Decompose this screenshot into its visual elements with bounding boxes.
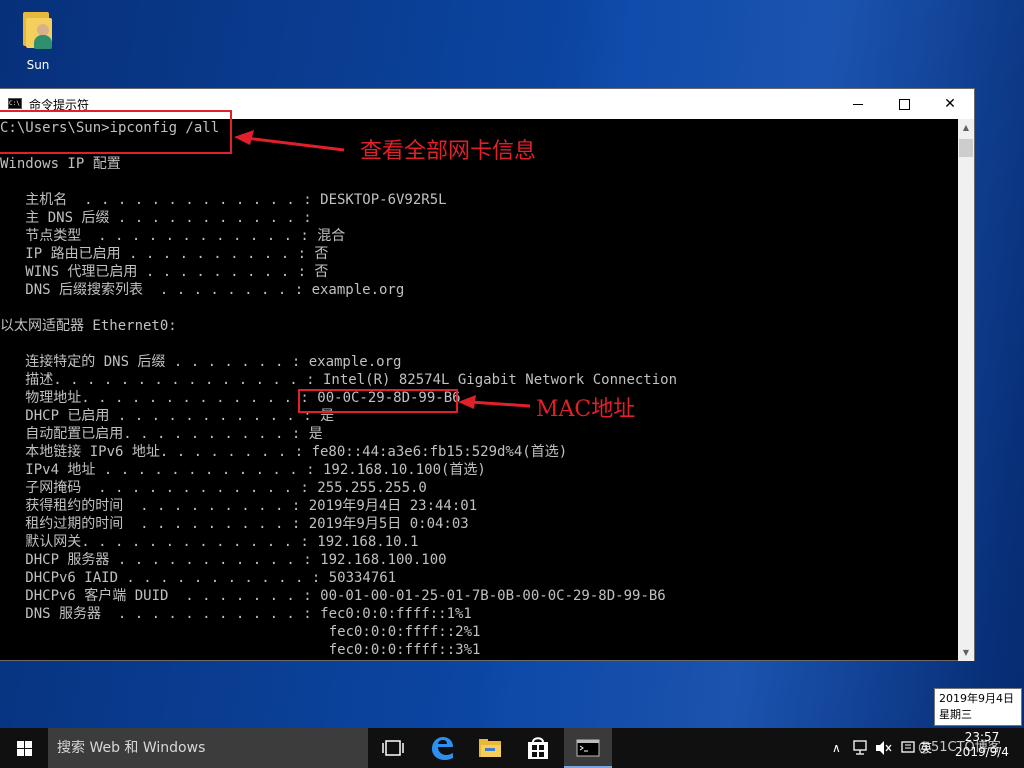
edge-button[interactable] xyxy=(418,728,466,768)
console-line: 主机名 . . . . . . . . . . . . . : DESKTOP-… xyxy=(0,192,447,208)
network-icon[interactable] xyxy=(852,728,870,768)
console-line: Windows IP 配置 xyxy=(0,156,121,172)
console-line: IPv4 地址 . . . . . . . . . . . . : 192.16… xyxy=(0,462,486,478)
console-line: 租约过期的时间 . . . . . . . . . : 2019年9月5日 0:… xyxy=(0,516,469,532)
command-prompt-icon xyxy=(576,739,600,757)
scroll-up-icon[interactable]: ▲ xyxy=(958,119,974,136)
console-line: WINS 代理已启用 . . . . . . . . . : 否 xyxy=(0,264,329,280)
store-icon xyxy=(528,737,548,759)
console-line: IP 路由已启用 . . . . . . . . . . : 否 xyxy=(0,246,329,262)
console-line: 获得租约的时间 . . . . . . . . . : 2019年9月4日 23… xyxy=(0,498,478,514)
console-line: 节点类型 . . . . . . . . . . . . : 混合 xyxy=(0,228,346,244)
vertical-scrollbar[interactable]: ▲ ▼ xyxy=(958,119,974,661)
file-explorer-icon xyxy=(479,739,501,757)
console-line: 主 DNS 后缀 . . . . . . . . . . . : xyxy=(0,210,312,226)
desktop: Sun C:\ 命令提示符 ✕ C:\Users\Sun>ipconfig /a… xyxy=(0,0,1024,728)
edge-icon xyxy=(432,737,453,760)
console-line: fec0:0:0:ffff::3%1 xyxy=(0,642,481,658)
tooltip-date: 2019年9月4日 xyxy=(939,692,1014,705)
console-line: DNS 服务器 . . . . . . . . . . . : fec0:0:0… xyxy=(0,606,472,622)
tooltip-weekday: 星期三 xyxy=(939,708,972,721)
volume-muted-icon[interactable] xyxy=(874,728,892,768)
tray-chevron-icon[interactable]: ∧ xyxy=(832,728,841,768)
command-prompt-icon: C:\ xyxy=(8,98,22,109)
console-line: 描述. . . . . . . . . . . . . . . : Intel(… xyxy=(0,372,678,388)
taskbar: 搜索 Web 和 Windows ∧ 英 23:57 2019/9/4 @51C… xyxy=(0,728,1024,768)
file-explorer-button[interactable] xyxy=(466,728,514,768)
maximize-button[interactable] xyxy=(881,89,927,119)
console-line: DHCPv6 客户端 DUID . . . . . . . : 00-01-00… xyxy=(0,588,666,604)
store-button[interactable] xyxy=(514,728,562,768)
desktop-icon-sun[interactable]: Sun xyxy=(10,8,66,78)
command-annotation: 查看全部网卡信息 xyxy=(360,139,537,164)
command-highlight-box xyxy=(0,110,232,154)
console-line: fec0:0:0:ffff::2%1 xyxy=(0,624,481,640)
console-line: DNS 后缀搜索列表 . . . . . . . . : example.org xyxy=(0,282,405,298)
console-line: 子网掩码 . . . . . . . . . . . . : 255.255.2… xyxy=(0,480,427,496)
minimize-button[interactable] xyxy=(835,89,881,119)
command-prompt-taskbar-button[interactable] xyxy=(564,728,612,768)
notification-icon[interactable] xyxy=(900,728,916,768)
console-line: 默认网关. . . . . . . . . . . . . : 192.168.… xyxy=(0,534,419,550)
console-line: 自动配置已启用. . . . . . . . . . : 是 xyxy=(0,426,323,442)
task-view-icon xyxy=(382,740,404,756)
watermark-text: @51CTO博客 xyxy=(918,740,1001,755)
scroll-down-icon[interactable]: ▼ xyxy=(958,644,974,661)
console-line: DHCP 已启用 . . . . . . . . . . . : 是 xyxy=(0,408,335,424)
console-line: 以太网适配器 Ethernet0: xyxy=(0,318,177,334)
console-line: DHCPv6 IAID . . . . . . . . . . . : 5033… xyxy=(0,570,397,586)
taskbar-search-box[interactable]: 搜索 Web 和 Windows xyxy=(48,728,368,768)
close-icon: ✕ xyxy=(944,96,956,112)
console-line: DHCP 服务器 . . . . . . . . . . . : 192.168… xyxy=(0,552,447,568)
user-folder-icon xyxy=(21,10,55,50)
minimize-icon xyxy=(853,103,863,105)
date-tooltip: 2019年9月4日 星期三 xyxy=(934,688,1022,726)
console-line: 本地链接 IPv6 地址. . . . . . . . : fe80::44:a… xyxy=(0,444,568,460)
console-line: 连接特定的 DNS 后缀 . . . . . . . : example.org xyxy=(0,354,402,370)
mac-arrow-icon xyxy=(458,395,531,409)
command-prompt-window[interactable]: C:\ 命令提示符 ✕ C:\Users\Sun>ipconfig /all Wi… xyxy=(0,88,975,661)
scrollbar-thumb[interactable] xyxy=(959,139,973,157)
console-output[interactable]: C:\Users\Sun>ipconfig /all Windows IP 配置 … xyxy=(0,119,958,661)
mac-annotation: MAC地址 xyxy=(536,397,636,422)
close-button[interactable]: ✕ xyxy=(927,89,973,119)
mac-highlight-box xyxy=(298,389,458,413)
task-view-button[interactable] xyxy=(369,728,417,768)
start-button[interactable] xyxy=(0,728,48,768)
desktop-icon-label: Sun xyxy=(26,58,50,72)
search-placeholder: 搜索 Web 和 Windows xyxy=(57,740,206,756)
maximize-icon xyxy=(898,98,910,110)
command-arrow-icon xyxy=(234,130,345,152)
